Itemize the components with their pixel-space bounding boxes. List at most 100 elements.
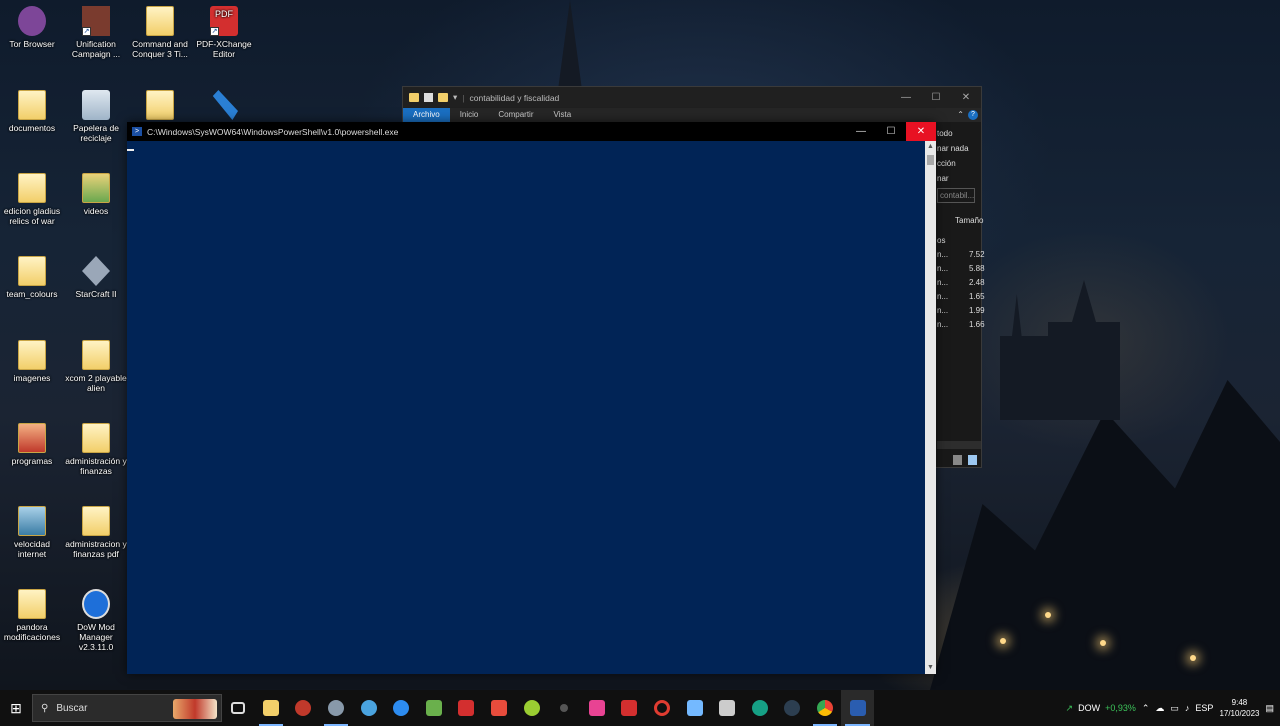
- taskbar-app[interactable]: [515, 690, 548, 726]
- desktop-icon-documentos[interactable]: documentos: [0, 90, 64, 133]
- desktop-icon-imagenes[interactable]: imagenes: [0, 340, 64, 383]
- powershell-window-controls: — ☐ ✕: [846, 122, 936, 141]
- row-prefix: n...: [937, 292, 949, 301]
- taskbar-app[interactable]: [385, 690, 418, 726]
- desktop-icon-programas[interactable]: programas: [0, 423, 64, 466]
- chevron-up-icon[interactable]: ⌃: [953, 108, 968, 122]
- desktop-icon-folder[interactable]: [128, 90, 192, 123]
- taskbar-powershell[interactable]: [841, 690, 874, 726]
- taskbar-chrome[interactable]: [809, 690, 842, 726]
- pdf-icon: PDF ↗: [210, 6, 238, 36]
- taskbar-file-explorer[interactable]: [255, 690, 288, 726]
- taskbar-app[interactable]: [776, 690, 809, 726]
- maximize-button[interactable]: ☐: [876, 122, 906, 141]
- powershell-titlebar[interactable]: > C:\Windows\SysWOW64\WindowsPowerShell\…: [127, 122, 936, 141]
- desktop-icon-tor-browser[interactable]: Tor Browser: [0, 6, 64, 49]
- desktop-icon-pdf-xchange[interactable]: PDF ↗ PDF-XChange Editor: [192, 6, 256, 59]
- taskbar-app[interactable]: [418, 690, 451, 726]
- desktop-icon-edicion-gladius[interactable]: edicion gladius relics of war: [0, 173, 64, 226]
- desktop-icon-command-and-conquer[interactable]: Command and Conquer 3 Ti...: [128, 6, 192, 59]
- taskbar-app[interactable]: [320, 690, 353, 726]
- explorer-search-input[interactable]: contabil...: [937, 188, 975, 203]
- folder-icon: [82, 423, 110, 453]
- tab-vista[interactable]: Vista: [544, 108, 582, 122]
- chevron-down-icon[interactable]: ▾: [453, 92, 457, 103]
- system-tray: ↗ DOW +0,93% ⌃ ☁ ▭ ♪ ESP 9:48 17/10/2023…: [1066, 690, 1280, 726]
- desktop-icon-pandora[interactable]: pandora modificaciones: [0, 589, 64, 642]
- details-view-icon[interactable]: [953, 455, 962, 465]
- row-prefix: n...: [937, 320, 949, 329]
- close-button[interactable]: ✕: [906, 122, 936, 141]
- folder-icon: [18, 173, 46, 203]
- properties-icon[interactable]: [424, 93, 433, 102]
- minimize-button[interactable]: —: [891, 87, 921, 108]
- close-button[interactable]: ✕: [951, 87, 981, 108]
- scroll-up-icon[interactable]: ▲: [925, 141, 936, 153]
- notification-icon[interactable]: ▤: [1265, 703, 1274, 714]
- scroll-down-icon[interactable]: ▼: [925, 662, 936, 674]
- onedrive-icon[interactable]: ☁: [1155, 703, 1164, 714]
- start-button[interactable]: ⊞: [0, 690, 32, 726]
- tab-archivo[interactable]: Archivo: [403, 108, 450, 122]
- text-cursor: [127, 149, 134, 151]
- taskbar-app[interactable]: [744, 690, 777, 726]
- app-lime-icon: [523, 700, 540, 716]
- help-icon[interactable]: ?: [968, 110, 978, 120]
- select-all-label[interactable]: todo: [937, 129, 953, 138]
- desktop-icon-tool[interactable]: [192, 90, 256, 123]
- desktop-icon-team-colours[interactable]: team_colours: [0, 256, 64, 299]
- app-red-icon: [295, 700, 312, 716]
- taskbar-app[interactable]: [548, 690, 581, 726]
- taskbar-app[interactable]: [483, 690, 516, 726]
- taskbar-task-view[interactable]: [222, 690, 255, 726]
- chrome-icon: [816, 700, 833, 716]
- taskbar-app[interactable]: [352, 690, 385, 726]
- app-s-icon: [491, 700, 508, 716]
- select-none-label[interactable]: nar nada: [937, 144, 969, 153]
- maximize-button[interactable]: ☐: [921, 87, 951, 108]
- taskbar-app[interactable]: [678, 690, 711, 726]
- scroll-thumb[interactable]: [927, 155, 934, 165]
- taskbar-app[interactable]: [646, 690, 679, 726]
- horizontal-scrollbar[interactable]: [937, 441, 981, 449]
- taskbar-app[interactable]: [450, 690, 483, 726]
- taskbar-app[interactable]: [711, 690, 744, 726]
- app-grey-icon: [328, 700, 345, 716]
- minimize-button[interactable]: —: [846, 122, 876, 141]
- vertical-scrollbar[interactable]: ▲ ▼: [925, 141, 936, 674]
- powershell-title: C:\Windows\SysWOW64\WindowsPowerShell\v1…: [147, 126, 399, 137]
- partial-label: os: [937, 236, 946, 245]
- taskbar-app[interactable]: [613, 690, 646, 726]
- desktop-icon-administracion[interactable]: administración y finanzas: [64, 423, 128, 476]
- taskbar-search-box[interactable]: ⚲ Buscar: [32, 694, 222, 722]
- folder-icon: [18, 506, 46, 536]
- tab-inicio[interactable]: Inicio: [450, 108, 489, 122]
- large-icons-view-icon[interactable]: [968, 455, 977, 465]
- language-indicator[interactable]: ESP: [1195, 703, 1213, 713]
- search-tool-icon: [360, 700, 377, 716]
- powershell-window[interactable]: > C:\Windows\SysWOW64\WindowsPowerShell\…: [127, 122, 936, 674]
- file-size: 1.65: [969, 292, 985, 301]
- castle-silhouette: [1000, 280, 1120, 420]
- new-folder-icon[interactable]: [438, 93, 448, 102]
- clock-time: 9:48: [1231, 698, 1248, 707]
- desktop-icon-dow-mod-manager[interactable]: DoW Mod Manager v2.3.11.0: [64, 589, 128, 652]
- chevron-up-icon[interactable]: ⌃: [1142, 703, 1150, 714]
- taskbar-app[interactable]: [581, 690, 614, 726]
- desktop-icon-videos[interactable]: videos: [64, 173, 128, 216]
- desktop-icon-recycle-bin[interactable]: Papelera de reciclaje: [64, 90, 128, 143]
- tab-compartir[interactable]: Compartir: [488, 108, 543, 122]
- network-icon[interactable]: ▭: [1170, 703, 1179, 714]
- desktop-icon-administracion-pdf[interactable]: administracion y finanzas pdf: [64, 506, 128, 559]
- volume-icon[interactable]: ♪: [1185, 703, 1190, 713]
- taskbar-app[interactable]: [287, 690, 320, 726]
- desktop-icon-xcom[interactable]: xcom 2 playable alien: [64, 340, 128, 393]
- stock-widget[interactable]: ↗ DOW +0,93%: [1066, 703, 1136, 714]
- desktop-icon-starcraft[interactable]: StarCraft II: [64, 256, 128, 299]
- column-header-size[interactable]: Tamaño: [955, 216, 983, 225]
- clock[interactable]: 9:48 17/10/2023: [1219, 697, 1259, 719]
- file-size: 1.66: [969, 320, 985, 329]
- desktop-icon-velocidad[interactable]: velocidad internet: [0, 506, 64, 559]
- desktop-icon-unification-campaign[interactable]: ↗ Unification Campaign ...: [64, 6, 128, 59]
- invert-selection-label[interactable]: cción: [937, 159, 956, 168]
